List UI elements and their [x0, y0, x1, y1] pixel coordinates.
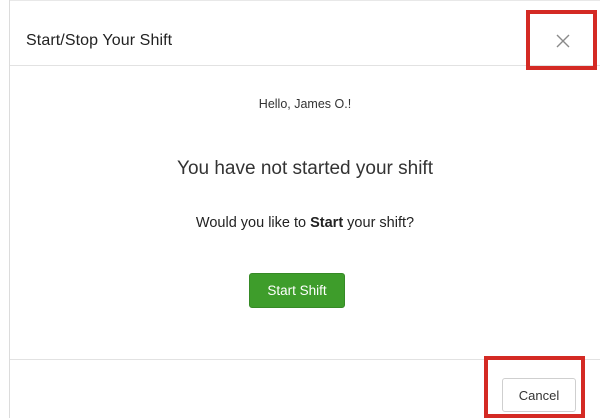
close-icon [556, 34, 570, 53]
question-bold: Start [310, 215, 344, 231]
modal-header: Start/Stop Your Shift [10, 0, 600, 66]
greeting-text: Hello, James O.! [258, 97, 352, 111]
cancel-button[interactable]: Cancel [502, 378, 576, 412]
start-question: Would you like to Start your shift? [10, 215, 600, 231]
modal-title: Start/Stop Your Shift [26, 32, 173, 49]
shift-modal: Start/Stop Your Shift Hello, James O.! Y… [0, 0, 600, 418]
close-button[interactable] [543, 27, 583, 59]
start-shift-button[interactable]: Start Shift [249, 273, 345, 308]
question-suffix: your shift? [343, 215, 415, 231]
shift-status-text: You have not started your shift [177, 158, 433, 179]
question-prefix: Would you like to [195, 215, 311, 231]
modal-body: Hello, James O.! You have not started yo… [10, 66, 600, 360]
